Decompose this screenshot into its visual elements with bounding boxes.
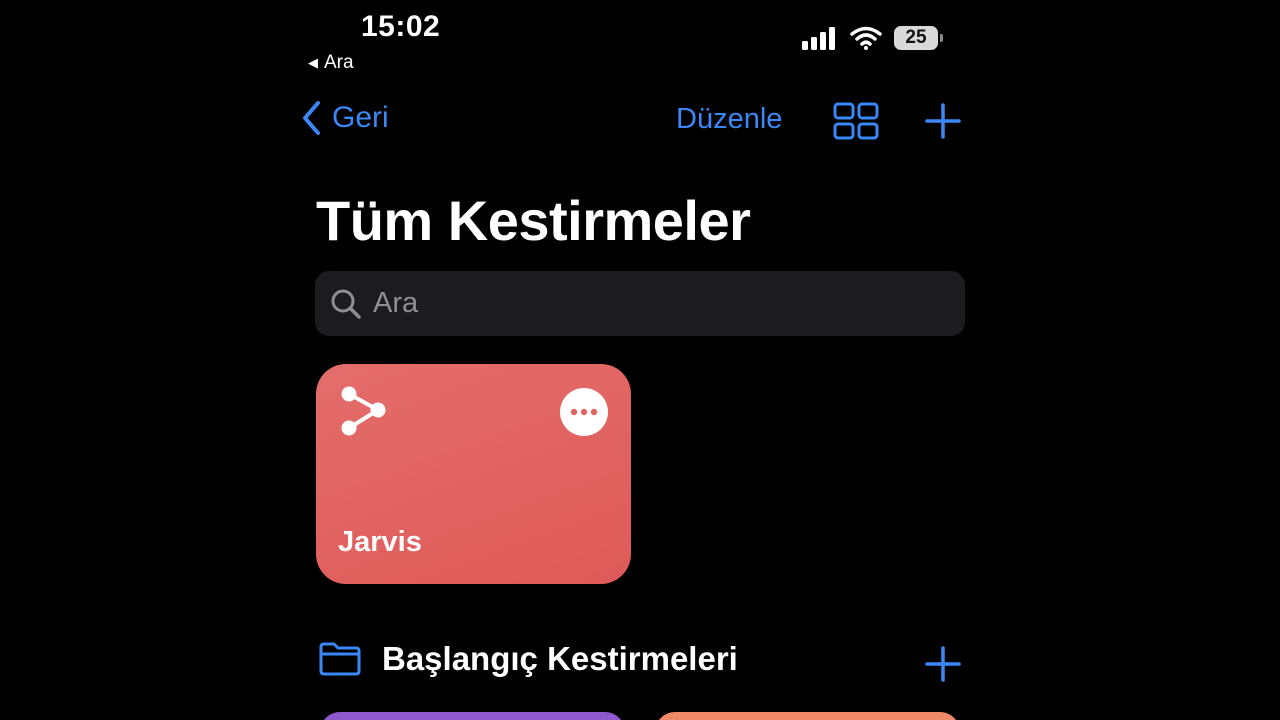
page-title: Tüm Kestirmeler	[316, 189, 751, 252]
add-to-folder-button[interactable]	[924, 645, 962, 688]
grid-view-icon	[833, 102, 879, 140]
ellipsis-icon	[570, 408, 598, 416]
shortcuts-screen: 15:02 ◀ Ara 25 Geri Düzenle Tüm Kestirme…	[0, 0, 1280, 720]
battery-level: 25	[905, 27, 927, 48]
share-icon	[341, 386, 386, 436]
shortcut-card-jarvis[interactable]: Jarvis	[316, 364, 631, 584]
edit-button[interactable]: Düzenle	[676, 103, 782, 136]
back-button-label: Geri	[332, 101, 389, 134]
shortcut-options-button[interactable]	[560, 388, 608, 436]
status-time: 15:02	[361, 10, 441, 43]
cellular-signal-icon	[802, 27, 835, 50]
folder-icon	[319, 642, 361, 676]
back-app-label: Ara	[324, 52, 354, 73]
battery-icon: 25	[894, 26, 943, 50]
back-triangle-icon: ◀	[308, 55, 318, 70]
chevron-left-icon	[303, 101, 320, 135]
search-icon	[331, 289, 361, 319]
shortcut-card-partial[interactable]	[655, 712, 960, 720]
grid-view-button[interactable]	[833, 102, 879, 145]
add-shortcut-button[interactable]	[924, 102, 962, 145]
plus-icon	[925, 103, 961, 139]
plus-icon	[925, 646, 961, 682]
status-icons: 25	[802, 26, 943, 50]
back-button[interactable]: Geri	[300, 100, 389, 136]
shortcut-card-partial[interactable]	[320, 712, 625, 720]
search-placeholder: Ara	[373, 287, 419, 319]
search-input[interactable]: Ara	[315, 271, 965, 336]
folder-label: Başlangıç Kestirmeleri	[382, 640, 738, 677]
folder-starter-shortcuts[interactable]: Başlangıç Kestirmeleri	[318, 640, 738, 678]
wifi-icon	[850, 26, 882, 50]
shortcut-name: Jarvis	[338, 526, 422, 558]
back-to-app-link[interactable]: ◀ Ara	[308, 52, 354, 74]
